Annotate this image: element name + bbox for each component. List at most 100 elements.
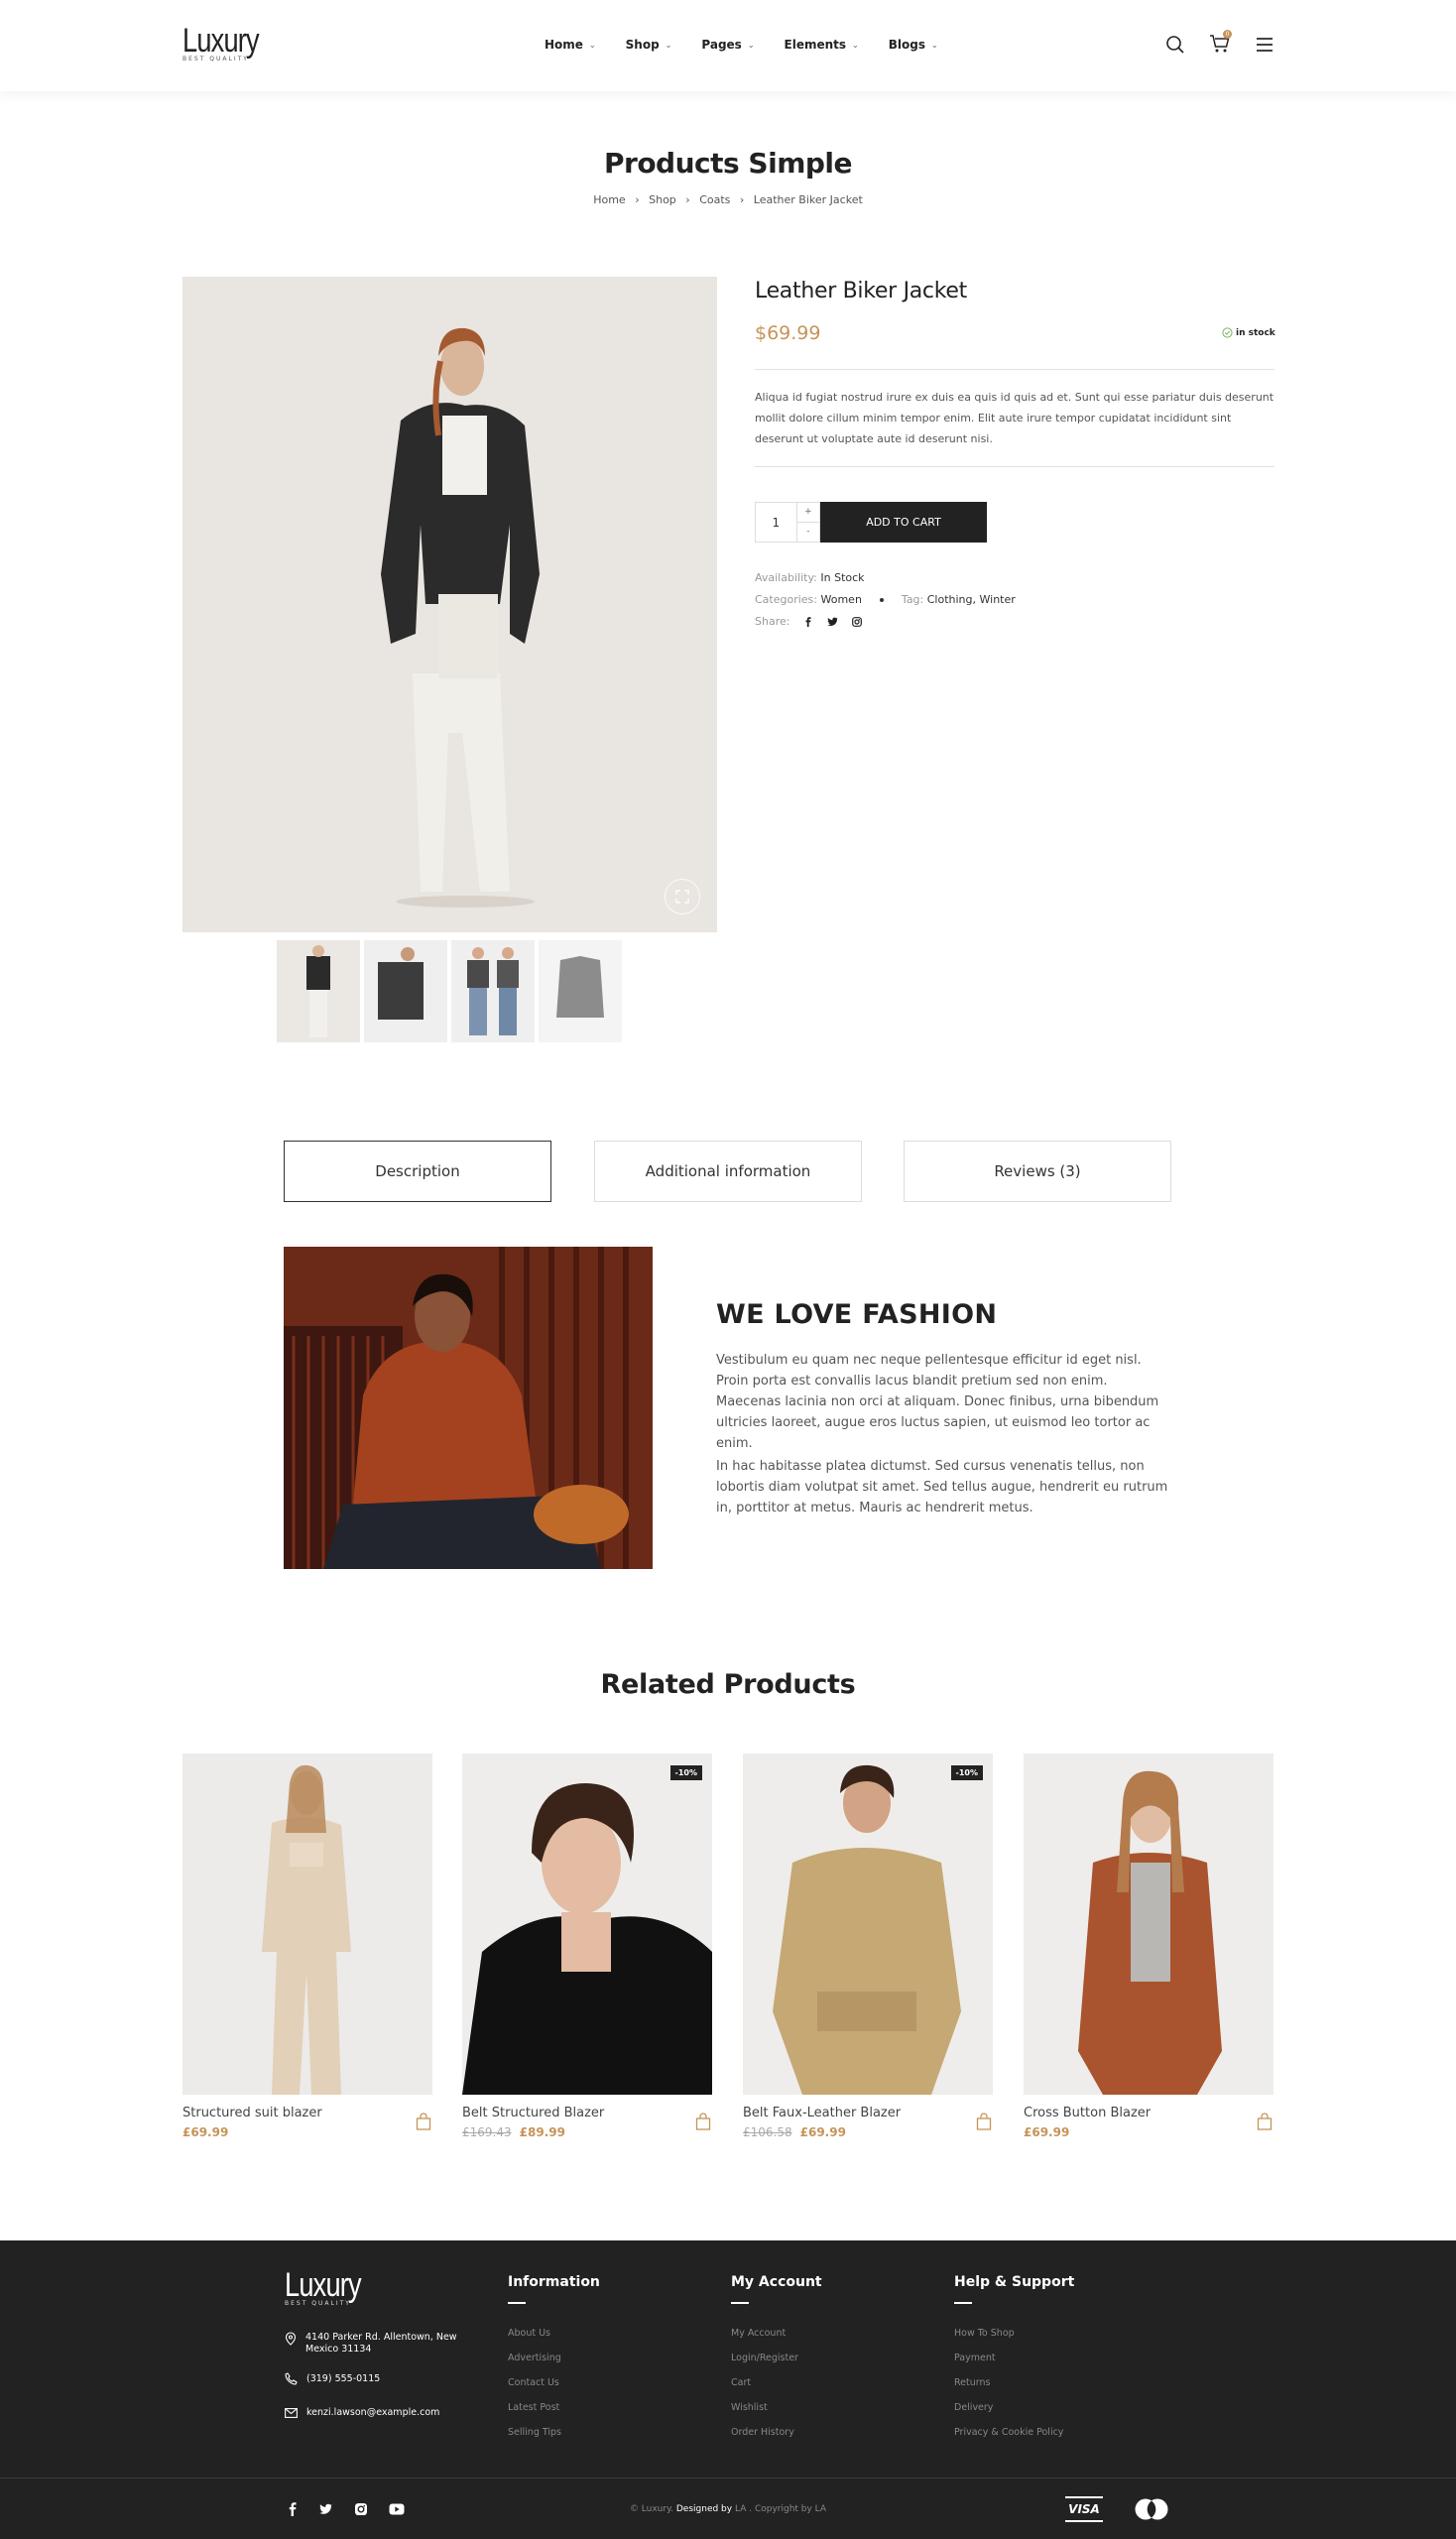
footer-logo[interactable]: Luxury BEST QUALITY bbox=[285, 2268, 380, 2307]
price-current: £89.99 bbox=[519, 2125, 565, 2139]
product-card[interactable]: Structured suit blazer £69.99 bbox=[182, 1753, 432, 2139]
twitter-icon[interactable] bbox=[827, 617, 838, 627]
product-main-image[interactable] bbox=[182, 277, 717, 932]
tab-description[interactable]: Description bbox=[284, 1141, 551, 1202]
product-card-image[interactable]: -10% bbox=[743, 1753, 993, 2095]
site-header: Luxury BEST QUALITY Home ⌄ Shop ⌄ Pages ⌄ E… bbox=[0, 0, 1456, 91]
email-text: kenzi.lawson@example.com bbox=[306, 2407, 440, 2418]
visa-logo: VISA bbox=[1065, 2496, 1103, 2522]
nav-blogs[interactable]: Blogs ⌄ bbox=[889, 38, 938, 52]
location-pin-icon bbox=[285, 2332, 297, 2346]
footer-link[interactable]: Returns bbox=[954, 2370, 1074, 2395]
thumbnail-4[interactable] bbox=[539, 940, 622, 1042]
footer-link[interactable]: Contact Us bbox=[508, 2370, 600, 2395]
product-card-price: £69.99 bbox=[1024, 2125, 1274, 2139]
instagram-icon[interactable] bbox=[852, 616, 863, 627]
chevron-down-icon: ⌄ bbox=[852, 40, 859, 50]
increment-button[interactable]: + bbox=[796, 503, 819, 523]
product-card-name[interactable]: Cross Button Blazer bbox=[1024, 2106, 1274, 2120]
quantity-input[interactable]: 1 bbox=[756, 503, 796, 542]
nav-shop[interactable]: Shop ⌄ bbox=[626, 38, 672, 52]
cart-button[interactable]: 0 bbox=[1209, 30, 1233, 57]
footer-link[interactable]: How To Shop bbox=[954, 2321, 1074, 2346]
footer-link[interactable]: Privacy & Cookie Policy bbox=[954, 2420, 1074, 2445]
product-card[interactable]: -10% Belt Structured Blazer £169.43 £89.9… bbox=[462, 1753, 712, 2139]
thumbnail-image bbox=[364, 940, 447, 1042]
shopping-bag-icon[interactable] bbox=[695, 2113, 711, 2130]
menu-icon[interactable] bbox=[1256, 37, 1274, 53]
product-card-name[interactable]: Structured suit blazer bbox=[182, 2106, 432, 2120]
footer-link[interactable]: Payment bbox=[954, 2346, 1074, 2370]
product-card-price: £169.43 £89.99 bbox=[462, 2125, 712, 2139]
nav-elements[interactable]: Elements ⌄ bbox=[785, 38, 859, 52]
product-card-image[interactable] bbox=[182, 1753, 432, 2095]
thumbnail-image bbox=[539, 940, 622, 1042]
tab-reviews[interactable]: Reviews (3) bbox=[904, 1141, 1171, 1202]
zoom-button[interactable] bbox=[665, 879, 700, 914]
page-title: Products Simple bbox=[603, 147, 853, 180]
tab-additional-information[interactable]: Additional information bbox=[594, 1141, 862, 1202]
product-card[interactable]: Cross Button Blazer £69.99 bbox=[1024, 1753, 1274, 2139]
footer-logo-text: Luxury bbox=[285, 2266, 362, 2304]
search-icon[interactable] bbox=[1165, 35, 1185, 55]
footer-link[interactable]: Wishlist bbox=[731, 2395, 822, 2420]
expand-icon bbox=[675, 890, 689, 904]
breadcrumb-shop[interactable]: Shop bbox=[649, 193, 676, 206]
share-label: Share: bbox=[755, 615, 790, 628]
fashion-photo bbox=[284, 1247, 653, 1569]
nav-label: Shop bbox=[625, 38, 660, 52]
availability-label: Availability: bbox=[755, 571, 817, 584]
footer-col-my-account: My Account My Account Login/Register Car… bbox=[731, 2274, 822, 2445]
price-current: £69.99 bbox=[799, 2125, 846, 2139]
footer-link[interactable]: About Us bbox=[508, 2321, 600, 2346]
shopping-bag-icon[interactable] bbox=[416, 2113, 431, 2130]
footer-link[interactable]: Order History bbox=[731, 2420, 822, 2445]
product-card-image[interactable] bbox=[1024, 1753, 1274, 2095]
add-to-cart-button[interactable]: ADD TO CART bbox=[820, 502, 987, 543]
footer-col-title: My Account bbox=[731, 2274, 822, 2290]
thumbnail-3[interactable] bbox=[451, 940, 535, 1042]
shopping-bag-icon[interactable] bbox=[976, 2113, 992, 2130]
discount-badge: -10% bbox=[950, 1765, 983, 1780]
copyright-designed: Designed by bbox=[675, 2504, 733, 2514]
footer-phone[interactable]: (319) 555-0115 bbox=[285, 2372, 380, 2385]
product-card[interactable]: -10% Belt Faux-Leather Blazer £106.58 £69… bbox=[743, 1753, 993, 2139]
category-link[interactable]: Women bbox=[821, 593, 862, 606]
breadcrumb-separator: › bbox=[685, 193, 690, 206]
facebook-icon[interactable] bbox=[803, 616, 813, 627]
decrement-button[interactable]: - bbox=[797, 523, 819, 542]
price-old: £106.58 bbox=[743, 2125, 792, 2139]
nav-pages[interactable]: Pages ⌄ bbox=[701, 38, 754, 52]
footer-link[interactable]: Selling Tips bbox=[508, 2420, 600, 2445]
footer-link[interactable]: My Account bbox=[731, 2321, 822, 2346]
footer-link[interactable]: Advertising bbox=[508, 2346, 600, 2370]
breadcrumb-coats[interactable]: Coats bbox=[699, 193, 730, 206]
tag-links[interactable]: Clothing, Winter bbox=[927, 593, 1016, 606]
logo[interactable]: Luxury BEST QUALITY bbox=[182, 24, 278, 62]
product-photo bbox=[182, 277, 717, 932]
address-text: 4140 Parker Rd. Allentown, New Mexico 31… bbox=[305, 2332, 457, 2355]
shopping-bag-icon[interactable] bbox=[1257, 2113, 1273, 2130]
footer-link[interactable]: Latest Post bbox=[508, 2395, 600, 2420]
breadcrumb-home[interactable]: Home bbox=[593, 193, 625, 206]
nav-label: Elements bbox=[784, 38, 847, 52]
footer-link[interactable]: Cart bbox=[731, 2370, 822, 2395]
discount-badge: -10% bbox=[669, 1765, 702, 1780]
product-card-name[interactable]: Belt Structured Blazer bbox=[462, 2106, 712, 2120]
nav-label: Home bbox=[545, 38, 583, 52]
title-underline bbox=[508, 2302, 526, 2304]
product-card-image[interactable]: -10% bbox=[462, 1753, 712, 2095]
thumbnail-1[interactable] bbox=[277, 940, 360, 1042]
categories-label: Categories: bbox=[755, 593, 817, 606]
product-card-name[interactable]: Belt Faux-Leather Blazer bbox=[743, 2106, 993, 2120]
price-current: £69.99 bbox=[182, 2125, 229, 2139]
logo-text: Luxury bbox=[182, 22, 260, 60]
thumbnail-2[interactable] bbox=[364, 940, 447, 1042]
product-photo bbox=[182, 1753, 432, 2095]
fashion-title: WE LOVE FASHION bbox=[716, 1299, 998, 1330]
footer-email[interactable]: kenzi.lawson@example.com bbox=[285, 2407, 439, 2419]
nav-home[interactable]: Home ⌄ bbox=[545, 38, 596, 52]
footer-link[interactable]: Login/Register bbox=[731, 2346, 822, 2370]
footer-link[interactable]: Delivery bbox=[954, 2395, 1074, 2420]
thumbnail-image bbox=[451, 940, 535, 1042]
